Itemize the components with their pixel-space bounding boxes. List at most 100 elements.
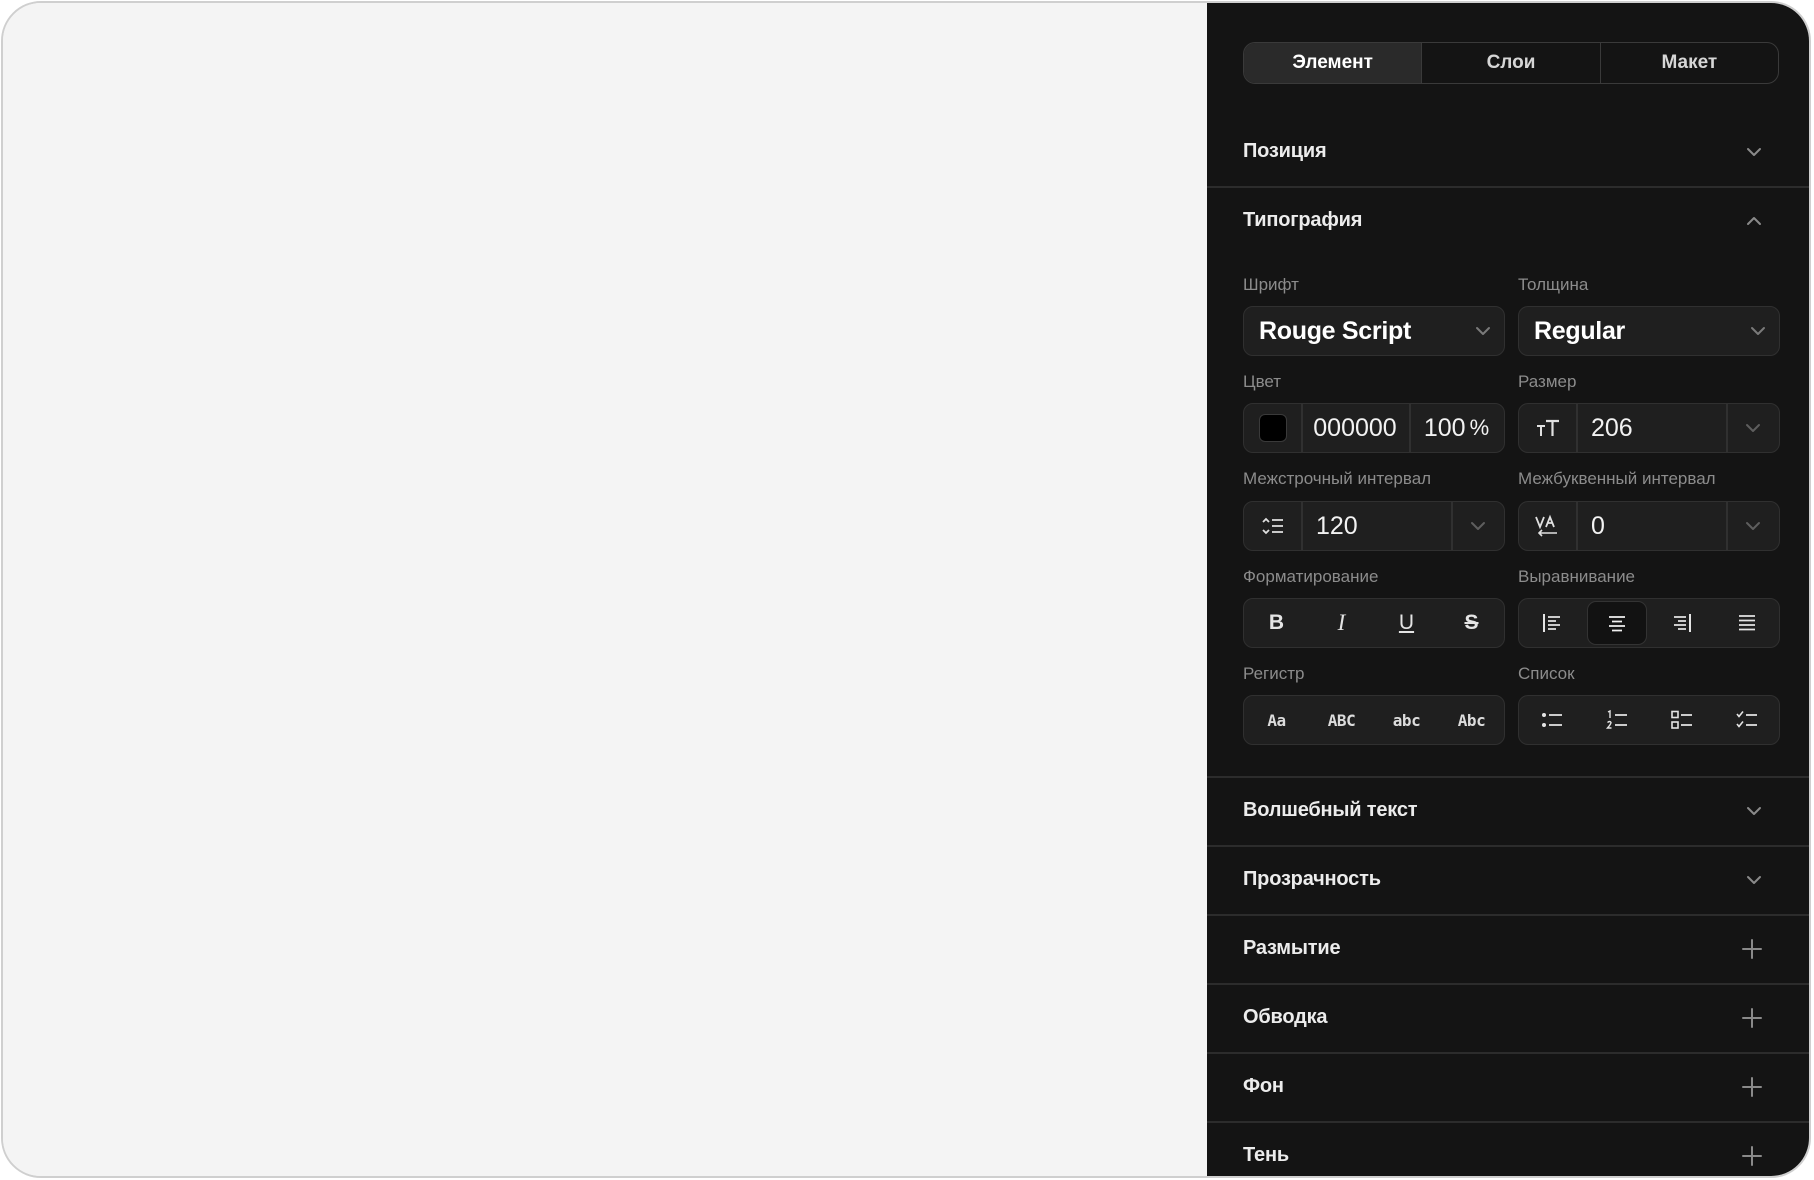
- chevron-down-icon: [1747, 875, 1761, 884]
- color-swatch-button[interactable]: [1244, 404, 1301, 452]
- alignment-group: [1518, 598, 1780, 648]
- font-select[interactable]: Rouge Script: [1243, 306, 1505, 356]
- list-label: Список: [1518, 664, 1575, 683]
- color-field: 000000 100 %: [1243, 403, 1505, 453]
- letter-spacing-input[interactable]: 0: [1576, 502, 1726, 550]
- case-title-label: Abc: [1457, 710, 1486, 730]
- chevron-down-icon: [1745, 522, 1760, 530]
- chevron-down-icon: [1747, 147, 1761, 156]
- section-position[interactable]: Позиция: [1207, 117, 1809, 186]
- section-title: Прозрачность: [1243, 868, 1381, 890]
- chevron-down-icon: [1745, 424, 1760, 432]
- color-opacity-input[interactable]: 100 %: [1409, 404, 1504, 452]
- section-title: Обводка: [1243, 1006, 1328, 1028]
- block-list-button[interactable]: [1652, 698, 1712, 742]
- size-input[interactable]: 206: [1576, 404, 1726, 452]
- line-height-field: 120: [1243, 501, 1505, 551]
- plus-icon[interactable]: [1741, 1007, 1763, 1029]
- case-lower-label: abc: [1392, 710, 1421, 730]
- color-hex-value: 000000: [1313, 413, 1397, 442]
- list-group: [1518, 695, 1780, 745]
- underline-icon: U: [1398, 611, 1415, 634]
- letter-spacing-field: 0: [1518, 501, 1780, 551]
- section-magic-text[interactable]: Волшебный текст: [1207, 776, 1809, 845]
- align-justify-icon: [1738, 615, 1755, 631]
- tab-layout[interactable]: Макет: [1601, 43, 1778, 83]
- size-value: 206: [1591, 413, 1633, 442]
- letter-spacing-icon: [1519, 502, 1576, 550]
- numbered-list-button[interactable]: [1587, 698, 1647, 742]
- line-height-input[interactable]: 120: [1301, 502, 1451, 550]
- bullet-list-button[interactable]: [1522, 698, 1582, 742]
- align-right-button[interactable]: [1652, 601, 1712, 645]
- section-title: Позиция: [1243, 140, 1327, 162]
- color-label: Цвет: [1243, 372, 1282, 391]
- case-sentence-button[interactable]: Aa: [1247, 698, 1307, 742]
- color-opacity-value: 100: [1423, 413, 1466, 442]
- size-dropdown-button[interactable]: [1726, 404, 1779, 452]
- color-swatch: [1258, 414, 1287, 442]
- chevron-down-icon: [1470, 522, 1485, 530]
- section-title: Фон: [1243, 1075, 1284, 1097]
- canvas[interactable]: [3, 3, 1207, 1176]
- line-height-icon: [1244, 502, 1301, 550]
- italic-button[interactable]: I: [1312, 601, 1372, 645]
- font-select-value: Rouge Script: [1259, 316, 1411, 345]
- align-left-button[interactable]: [1522, 601, 1582, 645]
- underline-button[interactable]: U: [1377, 601, 1437, 645]
- section-title: Тень: [1243, 1144, 1289, 1166]
- weight-select[interactable]: Regular: [1518, 306, 1780, 356]
- section-blur[interactable]: Размытие: [1207, 914, 1809, 983]
- case-title-button[interactable]: Abc: [1442, 698, 1502, 742]
- panel-tabs: Элемент Слои Макет: [1243, 42, 1779, 84]
- section-background[interactable]: Фон: [1207, 1052, 1809, 1121]
- case-upper-button[interactable]: ABC: [1312, 698, 1372, 742]
- line-height-value: 120: [1316, 511, 1358, 540]
- case-lower-button[interactable]: abc: [1377, 698, 1437, 742]
- alignment-label: Выравнивание: [1518, 567, 1636, 586]
- tab-layers[interactable]: Слои: [1422, 43, 1601, 83]
- section-title: Волшебный текст: [1243, 799, 1418, 821]
- plus-icon[interactable]: [1741, 938, 1763, 960]
- case-sentence-label: Aa: [1267, 710, 1286, 730]
- section-title: Типография: [1243, 209, 1363, 231]
- weight-select-value: Regular: [1534, 316, 1625, 345]
- align-center-button[interactable]: [1586, 601, 1647, 645]
- tab-element[interactable]: Элемент: [1244, 43, 1423, 83]
- block-list-icon: [1670, 710, 1692, 729]
- checklist-icon: [1735, 711, 1757, 728]
- chevron-up-icon: [1747, 216, 1761, 225]
- formatting-label: Форматирование: [1243, 567, 1379, 586]
- section-shadow[interactable]: Тень: [1207, 1121, 1809, 1176]
- size-label: Размер: [1518, 372, 1577, 391]
- font-label: Шрифт: [1243, 275, 1299, 294]
- chevron-down-icon: [1747, 806, 1761, 815]
- section-title: Размытие: [1243, 937, 1341, 959]
- line-height-dropdown-button[interactable]: [1451, 502, 1504, 550]
- percent-sign: %: [1469, 415, 1490, 440]
- strikethrough-icon: S: [1464, 611, 1479, 634]
- font-size-icon: [1519, 404, 1576, 452]
- italic-icon: I: [1337, 610, 1346, 635]
- properties-panel: Элемент Слои Макет Позиция Типография Шр…: [1207, 3, 1809, 1176]
- case-label: Регистр: [1243, 664, 1305, 683]
- numbered-list-icon: [1605, 709, 1627, 729]
- chevron-down-icon: [1751, 327, 1765, 335]
- checklist-button[interactable]: [1717, 698, 1777, 742]
- section-typography[interactable]: Типография: [1207, 186, 1809, 255]
- section-stroke[interactable]: Обводка: [1207, 983, 1809, 1052]
- align-justify-button[interactable]: [1717, 601, 1777, 645]
- chevron-down-icon: [1476, 327, 1490, 335]
- align-center-icon: [1608, 616, 1625, 632]
- strikethrough-button[interactable]: S: [1442, 601, 1502, 645]
- app-frame: Элемент Слои Макет Позиция Типография Шр…: [1, 1, 1811, 1178]
- color-hex-input[interactable]: 000000: [1301, 404, 1409, 452]
- plus-icon[interactable]: [1741, 1145, 1763, 1167]
- letter-spacing-label: Межбуквенный интервал: [1518, 469, 1716, 488]
- section-transparency[interactable]: Прозрачность: [1207, 845, 1809, 914]
- weight-label: Толщина: [1518, 275, 1589, 294]
- letter-spacing-dropdown-button[interactable]: [1726, 502, 1779, 550]
- size-field: 206: [1518, 403, 1780, 453]
- bold-button[interactable]: B: [1247, 601, 1307, 645]
- plus-icon[interactable]: [1741, 1076, 1763, 1098]
